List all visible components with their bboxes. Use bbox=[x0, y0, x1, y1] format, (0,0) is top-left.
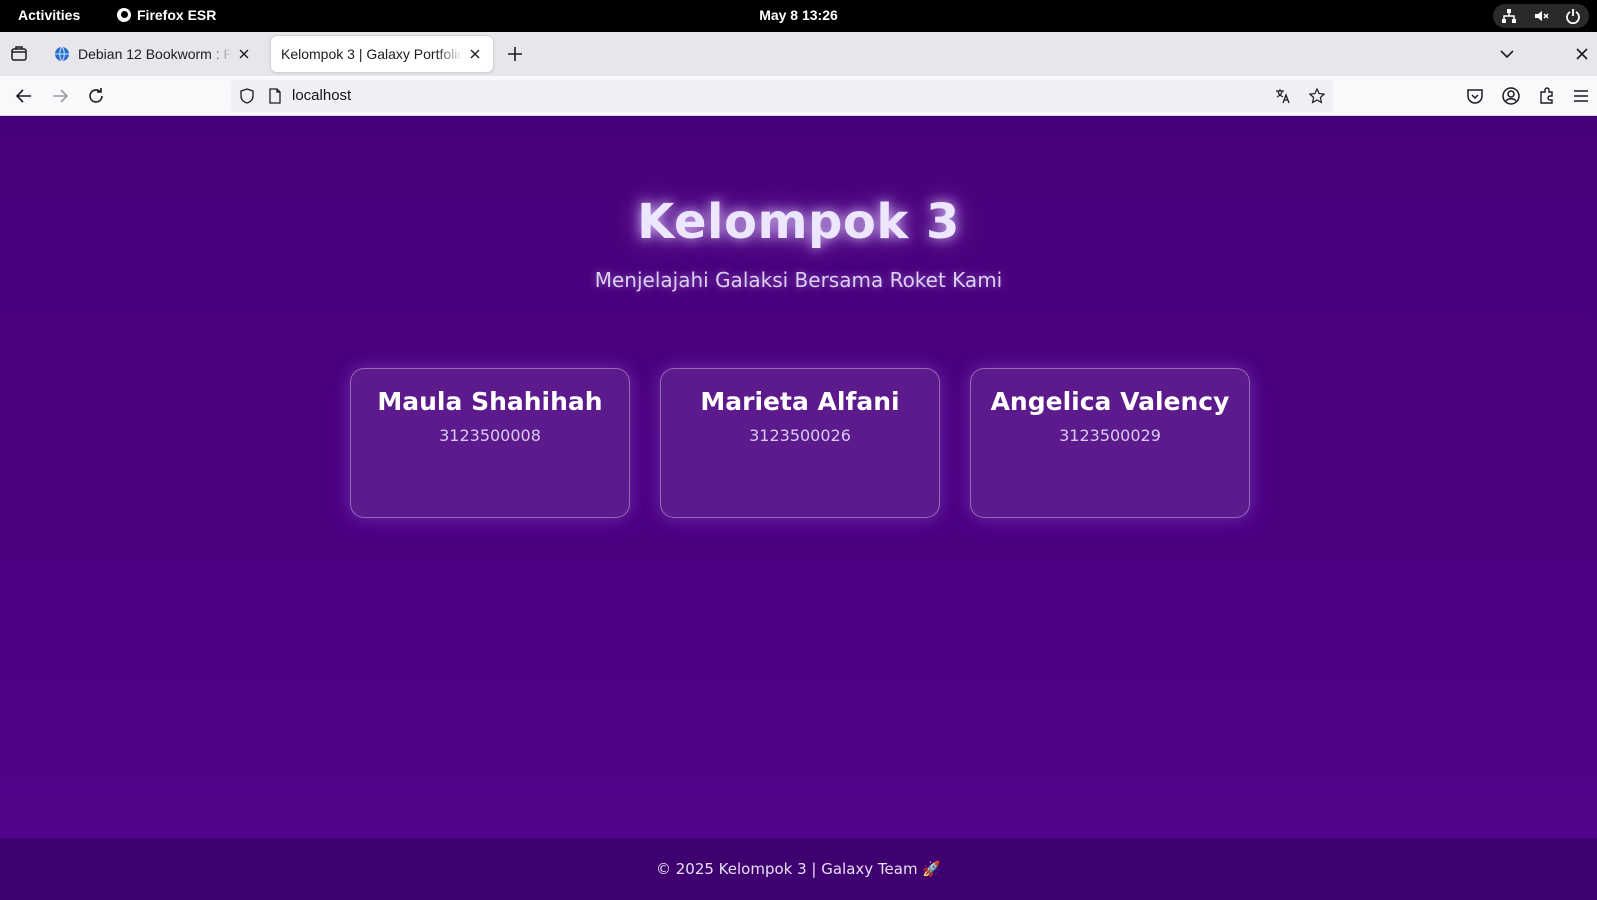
account-icon[interactable] bbox=[1501, 86, 1521, 106]
tab-debian[interactable]: Debian 12 Bookworm : Po bbox=[44, 36, 262, 72]
debian-globe-icon bbox=[55, 46, 69, 62]
shield-icon[interactable] bbox=[239, 88, 255, 104]
system-top-bar: Activities Firefox ESR May 8 13:26 bbox=[0, 0, 1597, 32]
app-menu[interactable]: Firefox ESR bbox=[117, 7, 216, 23]
url-text[interactable]: localhost bbox=[292, 87, 351, 104]
volume-muted-icon bbox=[1535, 11, 1549, 21]
close-tab-icon[interactable] bbox=[467, 46, 483, 62]
app-name: Firefox ESR bbox=[137, 7, 217, 23]
member-name: Angelica Valency bbox=[990, 387, 1230, 416]
firefox-view-icon[interactable] bbox=[9, 44, 29, 64]
navigation-bar: localhost bbox=[0, 76, 1597, 116]
member-nim: 3123500026 bbox=[749, 426, 851, 445]
clock[interactable]: May 8 13:26 bbox=[0, 7, 1597, 23]
forward-arrow-icon[interactable] bbox=[50, 86, 70, 106]
url-bar[interactable]: localhost bbox=[231, 80, 1333, 112]
tab-kelompok[interactable]: Kelompok 3 | Galaxy Portfolio bbox=[271, 36, 493, 72]
new-tab-icon[interactable] bbox=[505, 44, 525, 64]
page-footer: © 2025 Kelompok 3 | Galaxy Team 🚀 bbox=[0, 838, 1597, 900]
tab-label: Kelompok 3 | Galaxy Portfolio bbox=[281, 46, 463, 62]
chevron-down-icon[interactable] bbox=[1497, 44, 1517, 64]
activities-button[interactable]: Activities bbox=[18, 7, 80, 23]
extensions-icon[interactable] bbox=[1537, 86, 1557, 106]
hamburger-menu-icon[interactable] bbox=[1571, 86, 1591, 106]
close-window-icon[interactable] bbox=[1572, 44, 1592, 64]
reload-icon[interactable] bbox=[86, 86, 106, 106]
member-nim: 3123500008 bbox=[439, 426, 541, 445]
translate-icon[interactable] bbox=[1275, 88, 1291, 104]
member-cards: Maula Shahihah 3123500008 Marieta Alfani… bbox=[350, 368, 1250, 518]
page-title: Kelompok 3 bbox=[637, 194, 960, 250]
member-nim: 3123500029 bbox=[1059, 426, 1161, 445]
member-card[interactable]: Maula Shahihah 3123500008 bbox=[350, 368, 630, 518]
back-arrow-icon[interactable] bbox=[14, 86, 34, 106]
tab-strip: Debian 12 Bookworm : Po Kelompok 3 | Gal… bbox=[0, 32, 1597, 76]
close-tab-icon[interactable] bbox=[236, 46, 252, 62]
page-icon[interactable] bbox=[267, 88, 283, 104]
member-name: Marieta Alfani bbox=[700, 387, 900, 416]
tab-label: Debian 12 Bookworm : Po bbox=[78, 46, 232, 62]
member-card[interactable]: Angelica Valency 3123500029 bbox=[970, 368, 1250, 518]
member-name: Maula Shahihah bbox=[377, 387, 603, 416]
firefox-icon bbox=[117, 8, 131, 22]
power-icon bbox=[1566, 9, 1580, 24]
web-page: Kelompok 3 Menjelajahi Galaksi Bersama R… bbox=[0, 116, 1597, 900]
network-icon bbox=[1502, 9, 1516, 23]
page-subtitle: Menjelajahi Galaksi Bersama Roket Kami bbox=[594, 268, 1003, 292]
pocket-icon[interactable] bbox=[1465, 86, 1485, 106]
member-card[interactable]: Marieta Alfani 3123500026 bbox=[660, 368, 940, 518]
bookmark-star-icon[interactable] bbox=[1309, 88, 1325, 104]
system-tray[interactable] bbox=[1493, 4, 1589, 28]
